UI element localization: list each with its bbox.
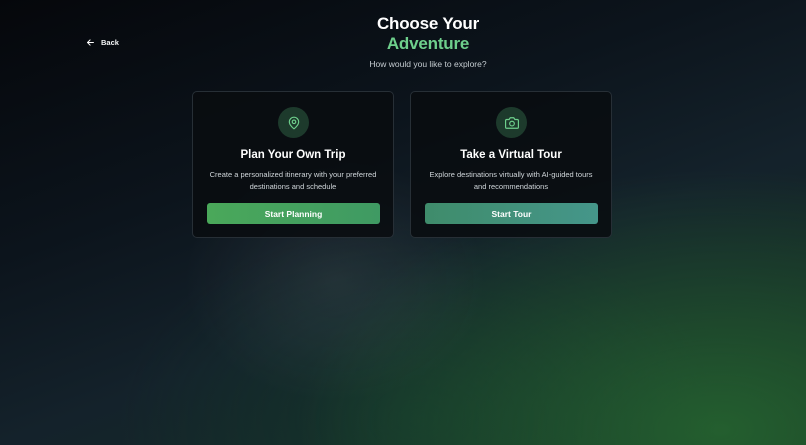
- virtual-tour-description-line: Explore destinations virtually with AI-g…: [429, 170, 593, 179]
- virtual-tour-description: Explore destinations virtually with AI-g…: [423, 169, 599, 192]
- virtual-tour-description-line: and recommendations: [473, 181, 549, 191]
- plan-trip-description: Create a personalized itinerary with you…: [205, 169, 381, 192]
- plan-trip-title: Plan Your Own Trip: [240, 149, 346, 161]
- page-title-highlight: Adventure: [386, 34, 470, 53]
- virtual-tour-card: Take a Virtual Tour Explore destinations…: [410, 91, 612, 238]
- start-tour-button[interactable]: Start Tour: [425, 203, 598, 224]
- plan-trip-card: Plan Your Own Trip Create a personalized…: [192, 91, 394, 238]
- virtual-tour-title: Take a Virtual Tour: [460, 149, 562, 161]
- page-header: Choose Your Adventure How would you like…: [0, 14, 806, 69]
- page-subtitle: How would you like to explore?: [369, 59, 487, 69]
- camera-icon: [496, 107, 527, 138]
- plan-trip-description-line: Create a personalized itinerary with you…: [209, 170, 377, 179]
- plan-trip-description-line: destinations and schedule: [249, 181, 337, 191]
- page-title: Choose Your: [376, 14, 480, 33]
- map-pin-icon: [278, 107, 309, 138]
- start-planning-button[interactable]: Start Planning: [207, 203, 380, 224]
